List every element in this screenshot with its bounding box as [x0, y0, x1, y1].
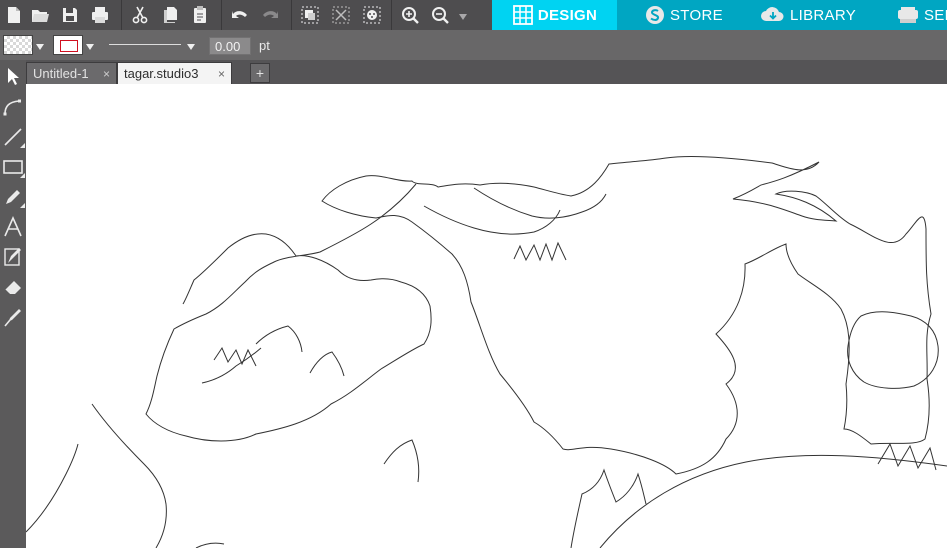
- zoom-out-icon[interactable]: [428, 3, 452, 27]
- left-dragon-head-outline: [145, 183, 432, 442]
- left-body-edge: [26, 443, 79, 533]
- teeth-lower: [513, 241, 567, 262]
- document-tab-tagar[interactable]: tagar.studio3 ×: [117, 62, 232, 84]
- knife-tool-icon[interactable]: [0, 303, 26, 331]
- jaw-detail-2: [201, 347, 262, 384]
- line-style-chevron-down-icon[interactable]: [186, 39, 196, 51]
- main-navigation: DESIGN STORE LIBRARY SEND: [492, 0, 947, 30]
- jaw-detail-1: [255, 325, 303, 353]
- line-style-select[interactable]: [105, 37, 199, 53]
- print-icon[interactable]: [88, 3, 112, 27]
- open-folder-icon[interactable]: [28, 3, 52, 27]
- library-cloud-icon: [761, 7, 784, 21]
- tab-send-label: SEND: [924, 6, 947, 24]
- document-tab-label: Untitled-1: [33, 66, 89, 81]
- lower-spine: [570, 468, 647, 548]
- upper-dragon-outline: [321, 156, 932, 475]
- jaw-detail-3: [309, 351, 345, 377]
- line-color-chevron-down-icon[interactable]: [85, 39, 95, 51]
- draw-tool-icon[interactable]: [0, 243, 26, 271]
- replicate-icon[interactable]: [360, 3, 384, 27]
- silhouette-studio-window: DESIGN STORE LIBRARY SEND 0.00 pt: [0, 0, 947, 548]
- tab-library[interactable]: LIBRARY: [760, 0, 856, 30]
- line-color-swatch[interactable]: [53, 35, 83, 55]
- tab-store-label: STORE: [670, 6, 723, 24]
- pencil-tool-icon[interactable]: [0, 183, 26, 211]
- send-cutter-icon: [898, 7, 918, 23]
- new-document-icon[interactable]: [2, 3, 26, 27]
- design-canvas[interactable]: [26, 84, 947, 548]
- undo-icon[interactable]: [228, 3, 252, 27]
- select-tool-icon[interactable]: [0, 63, 26, 91]
- eraser-tool-icon[interactable]: [0, 273, 26, 301]
- design-grid-icon: [512, 5, 533, 25]
- edit-points-tool-icon[interactable]: [0, 93, 26, 121]
- tail-curve: [195, 542, 225, 548]
- close-tab-icon[interactable]: ×: [218, 63, 225, 85]
- inner-jaw-loop: [423, 205, 561, 235]
- document-tab-untitled[interactable]: Untitled-1 ×: [26, 62, 117, 84]
- line-weight-unit: pt: [259, 38, 270, 53]
- save-icon[interactable]: [58, 3, 82, 27]
- mid-spikes: [383, 439, 420, 483]
- fill-chevron-down-icon[interactable]: [35, 39, 45, 51]
- lower-body-curve: [599, 454, 947, 548]
- group-icon[interactable]: [298, 3, 322, 27]
- tab-design-label: DESIGN: [537, 6, 598, 24]
- toolbar-separator: [291, 0, 292, 30]
- document-tab-label: tagar.studio3: [124, 66, 199, 81]
- toolbar-separator: [221, 0, 222, 30]
- main-toolbar: DESIGN STORE LIBRARY SEND: [0, 0, 947, 30]
- add-tab-button[interactable]: +: [250, 63, 270, 83]
- copy-icon[interactable]: [158, 3, 182, 27]
- spikes-right: [877, 442, 937, 471]
- close-tab-icon[interactable]: ×: [103, 63, 110, 85]
- ungroup-icon[interactable]: [329, 3, 353, 27]
- line-weight-input[interactable]: 0.00: [209, 37, 251, 55]
- tab-store[interactable]: STORE: [644, 0, 723, 30]
- tab-library-label: LIBRARY: [790, 6, 857, 24]
- paste-icon[interactable]: [188, 3, 212, 27]
- skull-eye-outline: [847, 311, 939, 389]
- jaw-lower: [473, 187, 607, 219]
- line-tool-icon[interactable]: [0, 123, 26, 151]
- toolbar-separator: [391, 0, 392, 30]
- left-lower-swirl: [91, 403, 167, 548]
- tab-design[interactable]: DESIGN: [492, 0, 617, 30]
- zoom-in-icon[interactable]: [398, 3, 422, 27]
- toolbar-separator: [121, 0, 122, 30]
- left-toolbox: [0, 60, 26, 548]
- fill-color-swatch[interactable]: [3, 35, 33, 55]
- zoom-menu-chevron-down-icon[interactable]: [458, 9, 468, 21]
- store-s-icon: [646, 6, 664, 24]
- text-tool-icon[interactable]: [0, 213, 26, 241]
- rectangle-tool-icon[interactable]: [0, 153, 26, 181]
- redo-icon[interactable]: [258, 3, 282, 27]
- tab-send[interactable]: SEND: [896, 0, 947, 30]
- document-tabs: Untitled-1 × tagar.studio3 × +: [26, 60, 947, 84]
- cut-icon[interactable]: [128, 3, 152, 27]
- dragon-cut-design[interactable]: [26, 84, 947, 548]
